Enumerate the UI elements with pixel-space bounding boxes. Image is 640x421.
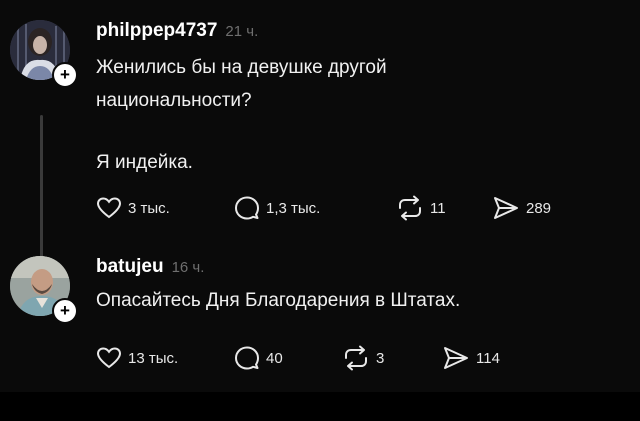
post-text-line: национальности? [96,90,252,111]
heart-icon [96,196,122,220]
bottom-bar [0,392,640,421]
comment-button[interactable]: 1,3 тыс. [234,193,320,223]
post-text-reply: Я индейка. [96,146,626,179]
thread-line [40,115,43,261]
post-content: philppep4737 21 ч. Женились бы на девушке… [96,18,626,179]
post-header: philppep4737 21 ч. [96,18,626,44]
post-content: batujeu 16 ч. Опасайтесь Дня Благодарения… [96,254,626,317]
comment-icon [234,195,260,221]
repost-icon [396,195,424,221]
follow-plus-icon[interactable]: + [52,298,78,324]
repost-button[interactable]: 3 [342,343,384,373]
repost-button[interactable]: 11 [396,193,446,223]
share-icon [492,195,520,221]
heart-icon [96,346,122,370]
post-text: Опасайтесь Дня Благодарения в Штатах. [96,284,626,317]
repost-count: 3 [376,349,385,367]
comment-count: 40 [266,349,283,367]
share-button[interactable]: 114 [442,343,500,373]
post-text-line: Опасайтесь Дня Благодарения в Штатах. [96,290,461,311]
feed-screen: + philppep4737 21 ч. Женились бы на девуш… [0,0,640,421]
avatar-container[interactable]: + [10,256,78,324]
username[interactable]: philppep4737 [96,20,217,41]
username[interactable]: batujeu [96,256,164,277]
repost-count: 11 [430,199,446,217]
comment-button[interactable]: 40 [234,343,283,373]
comment-count: 1,3 тыс. [266,199,321,217]
timestamp: 21 ч. [225,23,259,40]
follow-plus-icon[interactable]: + [52,62,78,88]
like-button[interactable]: 13 тыс. [96,343,178,373]
post-header: batujeu 16 ч. [96,254,626,280]
share-button[interactable]: 289 [492,193,551,223]
share-icon [442,345,470,371]
share-count: 289 [526,199,552,217]
repost-icon [342,345,370,371]
post-text-line: Я индейка. [96,152,193,173]
post-text: Женились бы на девушке другой национальн… [96,51,626,117]
timestamp: 16 ч. [171,259,205,276]
like-count: 3 тыс. [128,199,170,217]
comment-icon [234,345,260,371]
avatar-container[interactable]: + [10,20,78,88]
like-count: 13 тыс. [128,349,179,367]
post-text-line: Женились бы на девушке другой [96,57,387,78]
like-button[interactable]: 3 тыс. [96,193,170,223]
share-count: 114 [476,349,500,367]
